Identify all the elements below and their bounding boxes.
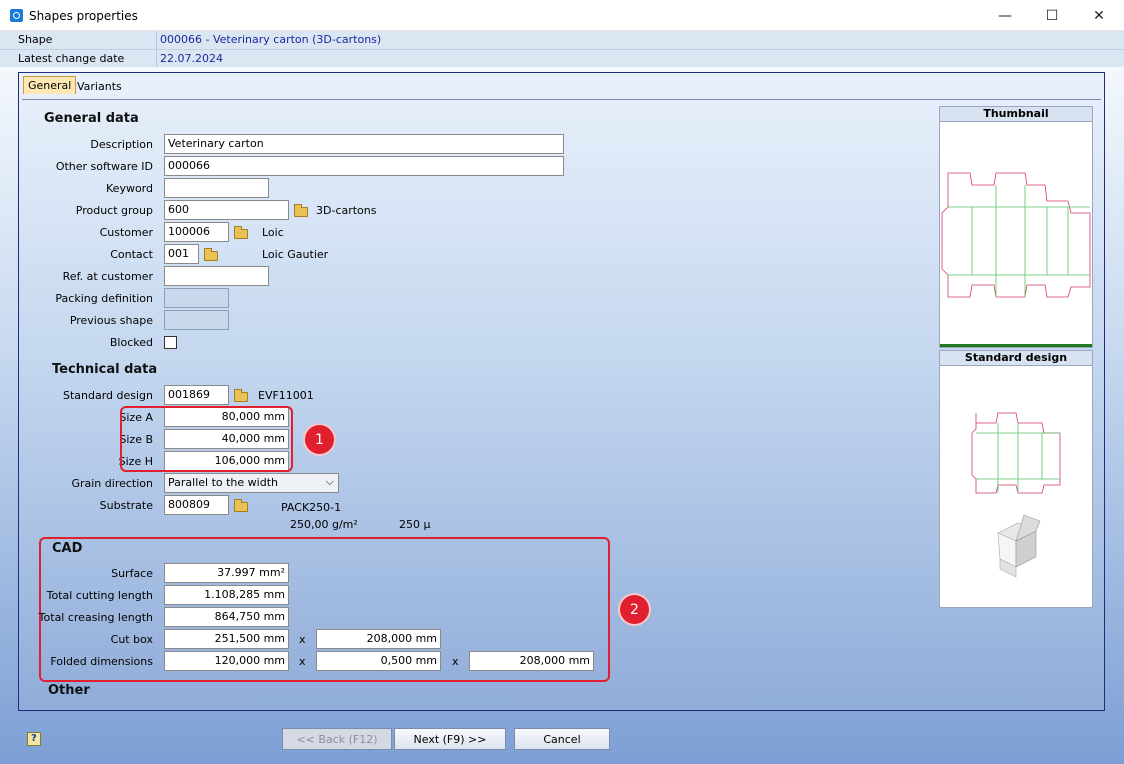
date-label: Latest change date <box>18 52 125 65</box>
contact-label: Contact <box>110 248 153 261</box>
highlight-box-sizes <box>120 406 293 472</box>
product-group-label: Product group <box>75 204 153 217</box>
ref-at-customer-label: Ref. at customer <box>62 270 153 283</box>
customer-text: Loic <box>262 226 284 239</box>
blocked-label: Blocked <box>109 336 153 349</box>
customer-field[interactable]: 100006 <box>164 222 229 242</box>
app-icon <box>10 9 23 22</box>
other-heading: Other <box>48 683 90 698</box>
standard-design-text: EVF11001 <box>258 389 314 402</box>
substrate-weight: 250,00 g/m² <box>290 518 358 531</box>
shape-value: 000066 - Veterinary carton (3D-cartons) <box>160 33 382 46</box>
folded-dimensions-label: Folded dimensions <box>50 655 153 668</box>
contact-field[interactable]: 001 <box>164 244 199 264</box>
folded-y-field[interactable]: 0,500 mm <box>316 651 441 671</box>
grain-direction-value: Parallel to the width <box>168 476 278 489</box>
other-software-id-field[interactable]: 000066 <box>164 156 564 176</box>
cad-heading: CAD <box>52 541 83 556</box>
grain-direction-select[interactable]: Parallel to the width ⌵ <box>164 473 339 493</box>
annotation-badge-1: 1 <box>305 425 334 454</box>
previous-shape-field <box>164 310 229 330</box>
thumbnail-header: Thumbnail <box>940 107 1092 122</box>
standard-design-field[interactable]: 001869 <box>164 385 229 405</box>
chevron-down-icon: ⌵ <box>325 475 334 488</box>
folded-x-field[interactable]: 120,000 mm <box>164 651 289 671</box>
folder-icon[interactable] <box>294 204 308 217</box>
title-bar: Shapes properties — ☐ ✕ <box>0 0 1124 31</box>
window-title: Shapes properties <box>29 9 138 23</box>
previous-shape-label: Previous shape <box>69 314 153 327</box>
annotation-badge-2: 2 <box>620 595 649 624</box>
shape-row: Shape 000066 - Veterinary carton (3D-car… <box>0 31 1124 49</box>
cut-box-y-field[interactable]: 208,000 mm <box>316 629 441 649</box>
standard-design-header: Standard design <box>940 351 1092 366</box>
tab-underline <box>22 99 1101 100</box>
product-group-text: 3D-cartons <box>316 204 377 217</box>
info-separator <box>156 50 157 68</box>
surface-field[interactable]: 37.997 mm² <box>164 563 289 583</box>
packing-definition-field <box>164 288 229 308</box>
substrate-field[interactable]: 800809 <box>164 495 229 515</box>
tab-variants[interactable]: Variants <box>73 78 126 96</box>
ref-at-customer-field[interactable] <box>164 266 269 286</box>
thumbnail-drawing <box>941 172 1091 298</box>
standard-design-drawing <box>971 412 1061 578</box>
back-button[interactable]: << Back (F12) <box>282 728 392 750</box>
times-sign: x <box>452 655 459 668</box>
keyword-field[interactable] <box>164 178 269 198</box>
surface-label: Surface <box>111 567 153 580</box>
shape-label: Shape <box>18 33 53 46</box>
substrate-thickness: 250 µ <box>399 518 431 531</box>
info-bar: Shape 000066 - Veterinary carton (3D-car… <box>0 31 1124 68</box>
total-cutting-length-field[interactable]: 1.108,285 mm <box>164 585 289 605</box>
tab-general[interactable]: General <box>23 76 77 94</box>
description-label: Description <box>90 138 153 151</box>
thumbnail-panel: Thumbnail <box>939 106 1093 348</box>
product-group-field[interactable]: 600 <box>164 200 289 220</box>
cancel-button[interactable]: Cancel <box>514 728 610 750</box>
customer-label: Customer <box>99 226 153 239</box>
substrate-label: Substrate <box>99 499 153 512</box>
times-sign: x <box>299 633 306 646</box>
times-sign: x <box>299 655 306 668</box>
info-separator <box>156 31 157 49</box>
next-button[interactable]: Next (F9) >> <box>394 728 506 750</box>
folder-icon[interactable] <box>234 389 248 402</box>
minimize-button[interactable]: — <box>982 0 1028 31</box>
keyword-label: Keyword <box>106 182 153 195</box>
description-field[interactable]: Veterinary carton <box>164 134 564 154</box>
standard-design-panel: Standard design <box>939 350 1093 608</box>
close-button[interactable]: ✕ <box>1076 0 1122 31</box>
total-creasing-length-field[interactable]: 864,750 mm <box>164 607 289 627</box>
packing-definition-label: Packing definition <box>55 292 153 305</box>
date-value: 22.07.2024 <box>160 52 223 65</box>
carton-3d-icon <box>997 514 1041 578</box>
help-icon[interactable]: ? <box>27 732 41 746</box>
folded-z-field[interactable]: 208,000 mm <box>469 651 594 671</box>
technical-data-heading: Technical data <box>52 362 158 377</box>
folder-icon[interactable] <box>234 226 248 239</box>
maximize-button[interactable]: ☐ <box>1029 0 1075 31</box>
total-cutting-length-label: Total cutting length <box>46 589 153 602</box>
substrate-text: PACK250-1 <box>281 501 342 514</box>
folder-icon[interactable] <box>234 499 248 512</box>
grain-direction-label: Grain direction <box>71 477 153 490</box>
other-software-id-label: Other software ID <box>55 160 153 173</box>
general-data-heading: General data <box>44 111 139 126</box>
blocked-checkbox[interactable] <box>164 336 177 349</box>
date-row: Latest change date 22.07.2024 <box>0 49 1124 68</box>
standard-design-label: Standard design <box>62 389 153 402</box>
folder-icon[interactable] <box>204 248 218 261</box>
total-creasing-length-label: Total creasing length <box>38 611 153 624</box>
cut-box-x-field[interactable]: 251,500 mm <box>164 629 289 649</box>
contact-text: Loic Gautier <box>262 248 329 261</box>
cut-box-label: Cut box <box>110 633 153 646</box>
thumbnail-progress-bar <box>940 344 1092 347</box>
